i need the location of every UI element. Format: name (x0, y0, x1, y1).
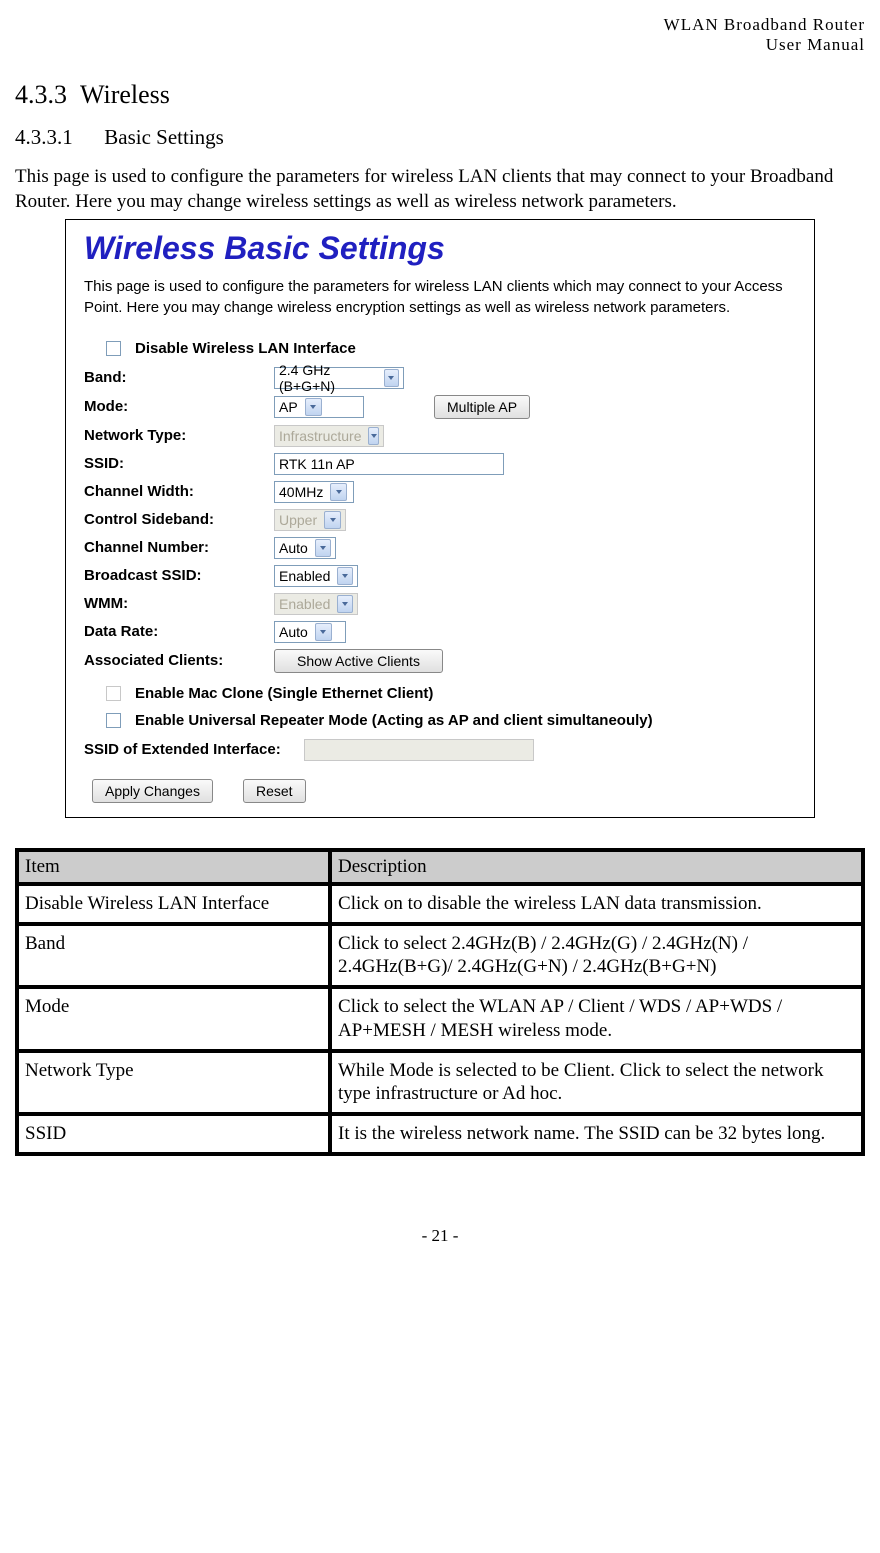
extended-ssid-label: SSID of Extended Interface: (84, 741, 304, 758)
channel-width-label: Channel Width: (84, 483, 274, 500)
chevron-down-icon (337, 567, 353, 585)
channel-number-select[interactable]: Auto (274, 537, 336, 559)
control-sideband-select: Upper (274, 509, 346, 531)
channel-number-label: Channel Number: (84, 539, 274, 556)
header-line1: WLAN Broadband Router (664, 15, 865, 34)
panel-description: This page is used to configure the param… (84, 277, 796, 318)
chevron-down-icon (324, 511, 341, 529)
universal-repeater-label: Enable Universal Repeater Mode (Acting a… (135, 712, 653, 729)
header-line2: User Manual (766, 35, 865, 54)
band-select[interactable]: 2.4 GHz (B+G+N) (274, 367, 404, 389)
mac-clone-checkbox[interactable] (106, 686, 121, 701)
wmm-label: WMM: (84, 595, 274, 612)
data-rate-label: Data Rate: (84, 623, 274, 640)
table-row: Mode Click to select the WLAN AP / Clien… (17, 987, 863, 1051)
panel-title: Wireless Basic Settings (84, 230, 796, 267)
page-header: WLAN Broadband Router User Manual (15, 15, 865, 55)
settings-screenshot: Wireless Basic Settings This page is use… (65, 219, 815, 818)
band-label: Band: (84, 369, 274, 386)
mode-label: Mode: (84, 398, 274, 415)
chevron-down-icon (384, 369, 399, 387)
broadcast-ssid-select[interactable]: Enabled (274, 565, 358, 587)
intro-paragraph: This page is used to configure the param… (15, 165, 865, 214)
disable-wlan-label: Disable Wireless LAN Interface (135, 340, 356, 357)
extended-ssid-input (304, 739, 534, 761)
associated-clients-label: Associated Clients: (84, 652, 274, 669)
chevron-down-icon (315, 623, 332, 641)
chevron-down-icon (330, 483, 347, 501)
network-type-label: Network Type: (84, 427, 274, 444)
section-heading: 4.3.3 Wireless (15, 80, 865, 110)
chevron-down-icon (337, 595, 353, 613)
reset-button[interactable]: Reset (243, 779, 306, 803)
chevron-down-icon (315, 539, 331, 557)
wmm-select: Enabled (274, 593, 358, 615)
table-header-item: Item (17, 850, 330, 884)
control-sideband-label: Control Sideband: (84, 511, 274, 528)
ssid-input[interactable]: RTK 11n AP (274, 453, 504, 475)
table-row: SSID It is the wireless network name. Th… (17, 1114, 863, 1154)
ssid-label: SSID: (84, 455, 274, 472)
parameters-table: Item Description Disable Wireless LAN In… (15, 848, 865, 1156)
table-row: Band Click to select 2.4GHz(B) / 2.4GHz(… (17, 924, 863, 988)
broadcast-ssid-label: Broadcast SSID: (84, 567, 274, 584)
chevron-down-icon (368, 427, 379, 445)
table-row: Disable Wireless LAN Interface Click on … (17, 884, 863, 924)
table-row: Network Type While Mode is selected to b… (17, 1051, 863, 1115)
page-number: - 21 - (15, 1226, 865, 1246)
mac-clone-label: Enable Mac Clone (Single Ethernet Client… (135, 685, 433, 702)
mode-select[interactable]: AP (274, 396, 364, 418)
disable-wlan-checkbox[interactable] (106, 341, 121, 356)
apply-changes-button[interactable]: Apply Changes (92, 779, 213, 803)
channel-width-select[interactable]: 40MHz (274, 481, 354, 503)
show-active-clients-button[interactable]: Show Active Clients (274, 649, 443, 673)
data-rate-select[interactable]: Auto (274, 621, 346, 643)
multiple-ap-button[interactable]: Multiple AP (434, 395, 530, 419)
network-type-select: Infrastructure (274, 425, 384, 447)
chevron-down-icon (305, 398, 322, 416)
universal-repeater-checkbox[interactable] (106, 713, 121, 728)
table-header-description: Description (330, 850, 863, 884)
subsection-heading: 4.3.3.1 Basic Settings (15, 125, 865, 150)
